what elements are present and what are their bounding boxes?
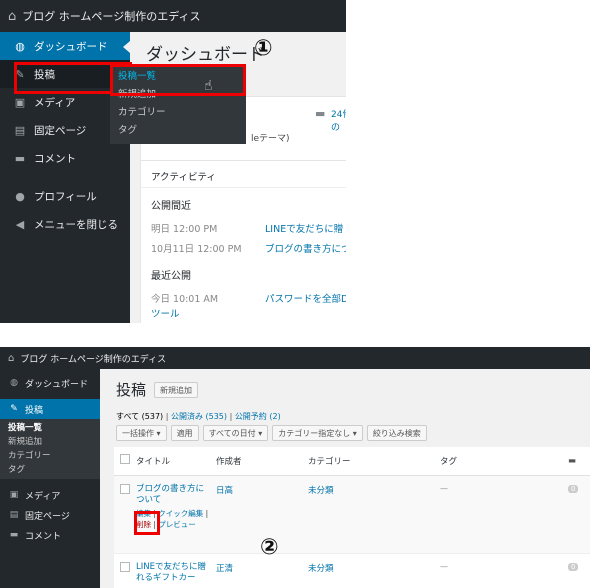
dashboard-icon: ◍ [15, 39, 25, 53]
screenshot-dashboard: ⌂ ブログ ホームページ制作のエディス ◍ ダッシュボード ✎ 投稿 ▣ メディア ▤… [0, 0, 346, 323]
page-title: 投稿 [116, 381, 147, 399]
recent-post-link-cont[interactable]: ツール [151, 306, 180, 320]
row-checkbox[interactable] [120, 483, 130, 494]
col-category: カテゴリー [308, 447, 440, 476]
scheduled-item: 10月11日 12:00 PM ブログの書き方につ [151, 241, 346, 255]
flyout-categories[interactable]: カテゴリー [110, 104, 246, 122]
category-link[interactable]: 未分類 [308, 564, 334, 574]
pages-icon: ▤ [14, 123, 26, 137]
tags-value: — [440, 561, 448, 571]
category-link[interactable]: 未分類 [308, 486, 334, 496]
author-link[interactable]: 正清 [216, 564, 233, 574]
table-row: LINEで友だちに贈れるギフトカー 正清 未分類 — 0 [114, 553, 590, 588]
collapse-menu[interactable]: ◀ メニューを閉じる [0, 210, 130, 238]
menu-dashboard[interactable]: ◍ ダッシュボード [0, 32, 130, 60]
step-marker-2: ② [260, 535, 279, 560]
site-name[interactable]: ブログ ホームページ制作のエディス [20, 352, 166, 365]
home-icon[interactable]: ⌂ [8, 9, 16, 24]
user-icon: ● [15, 189, 25, 203]
scheduled-title: 公開間近 [151, 201, 191, 212]
pages-icon: ▤ [9, 510, 19, 520]
select-all-checkbox[interactable] [120, 454, 130, 465]
submenu-categories[interactable]: カテゴリー [0, 449, 100, 463]
posts-table-wrap: タイトル 作成者 カテゴリー タグ ▬ ブログの書き方について 編集 | クイッ… [114, 447, 590, 588]
menu-comments[interactable]: ▬ コメント [0, 525, 100, 545]
posts-table: タイトル 作成者 カテゴリー タグ ▬ ブログの書き方について 編集 | クイッ… [114, 447, 590, 588]
collapse-icon: ◀ [15, 217, 25, 231]
bulk-action-select[interactable]: 一括操作 ▾ [116, 425, 167, 441]
admin-bar: ⌂ ブログ ホームページ制作のエディス [0, 347, 590, 369]
col-title[interactable]: タイトル [136, 447, 216, 476]
category-filter-select[interactable]: カテゴリー指定なし ▾ [272, 425, 363, 441]
comment-icon: ▬ [315, 107, 326, 120]
row-checkbox[interactable] [120, 561, 130, 572]
activity-card: アクティビティ 公開間近 明日 12:00 PM LINEで友だちに贈 10月1… [140, 160, 346, 323]
quick-edit-link[interactable]: クイック編集 [158, 509, 203, 518]
posts-main: 投稿 新規追加 すべて (537) | 公開済み (535) | 公開予約 (2… [100, 369, 590, 588]
recent-title: 最近公開 [151, 271, 191, 282]
col-tags: タグ [440, 447, 568, 476]
date-filter-select[interactable]: すべての日付 ▾ [202, 425, 269, 441]
author-link[interactable]: 日高 [216, 486, 233, 496]
highlight-edit-link [134, 511, 160, 535]
menu-comments[interactable]: ▬ コメント [0, 144, 130, 172]
submenu-all-posts[interactable]: 投稿一覧 [0, 421, 100, 435]
highlight-all-posts [110, 64, 246, 96]
screenshot-posts-list: ⌂ ブログ ホームページ制作のエディス ◍ ダッシュボード ✎ 投稿 投稿一覧 新規… [0, 347, 590, 588]
comment-count[interactable]: 0 [568, 484, 579, 493]
menu-dashboard[interactable]: ◍ ダッシュボード [0, 373, 100, 393]
table-header: タイトル 作成者 カテゴリー タグ ▬ [114, 447, 590, 476]
col-author: 作成者 [216, 447, 308, 476]
media-icon: ▣ [14, 95, 26, 109]
recent-post-link[interactable]: パスワードを全部D [265, 291, 346, 305]
apply-button[interactable]: 適用 [170, 425, 199, 441]
step-marker-1: ① [254, 36, 273, 61]
scheduled-post-link[interactable]: LINEで友だちに贈 [265, 221, 343, 235]
submenu-tags[interactable]: タグ [0, 463, 100, 477]
comment-count[interactable]: 0 [568, 562, 579, 571]
posts-submenu: 投稿一覧 新規追加 カテゴリー タグ [0, 419, 100, 479]
page-title: ダッシュボード [146, 45, 265, 65]
recent-item: 今日 10:01 AM パスワードを全部D [151, 291, 346, 305]
flyout-tags[interactable]: タグ [110, 122, 246, 140]
comment-icon: ▬ [9, 530, 19, 540]
comments-count-link[interactable]: 24件の [331, 107, 346, 133]
tags-value: — [440, 483, 448, 493]
scheduled-item: 明日 12:00 PM LINEで友だちに贈 [151, 221, 346, 235]
comment-icon: ▬ [14, 151, 26, 165]
filter-button[interactable]: 絞り込み検索 [366, 425, 427, 441]
menu-profile[interactable]: ● プロフィール [0, 182, 130, 210]
menu-posts[interactable]: ✎ 投稿 [0, 399, 100, 419]
filter-published[interactable]: 公開済み (535) [171, 412, 227, 421]
table-row: ブログの書き方について 編集 | クイック編集 | 削除 | プレビュー 日高 … [114, 475, 590, 554]
pin-icon: ✎ [10, 404, 18, 414]
admin-sidebar: ◍ ダッシュボード ✎ 投稿 投稿一覧 新規追加 カテゴリー タグ ▣ メディア ▤ 固… [0, 369, 100, 588]
add-new-button[interactable]: 新規追加 [154, 381, 199, 398]
post-title-link[interactable]: ブログの書き方について [136, 484, 206, 506]
comment-icon: ▬ [568, 455, 577, 466]
menu-media[interactable]: ▣ メディア [0, 485, 100, 505]
menu-pages[interactable]: ▤ 固定ページ [0, 505, 100, 525]
post-title-link[interactable]: LINEで友だちに贈れるギフトカー [136, 562, 206, 584]
filter-scheduled[interactable]: 公開予約 (2) [235, 412, 281, 421]
media-icon: ▣ [9, 490, 19, 500]
activity-title: アクティビティ [151, 172, 216, 183]
cursor-icon: ☝ [204, 78, 213, 94]
preview-link[interactable]: プレビュー [158, 520, 196, 529]
scheduled-post-link[interactable]: ブログの書き方につ [265, 241, 346, 255]
filter-all[interactable]: すべて (537) [116, 412, 163, 421]
site-name[interactable]: ブログ ホームページ制作のエディス [22, 8, 200, 24]
home-icon[interactable]: ⌂ [8, 353, 14, 364]
submenu-add-new[interactable]: 新規追加 [0, 435, 100, 449]
theme-text: leテーマ) [251, 134, 290, 144]
dashboard-icon: ◍ [10, 378, 18, 388]
admin-bar: ⌂ ブログ ホームページ制作のエディス [0, 0, 346, 32]
tablenav: 一括操作 ▾ 適用 すべての日付 ▾ カテゴリー指定なし ▾ 絞り込み検索 [116, 425, 427, 441]
status-filters: すべて (537) | 公開済み (535) | 公開予約 (2) [116, 412, 281, 421]
